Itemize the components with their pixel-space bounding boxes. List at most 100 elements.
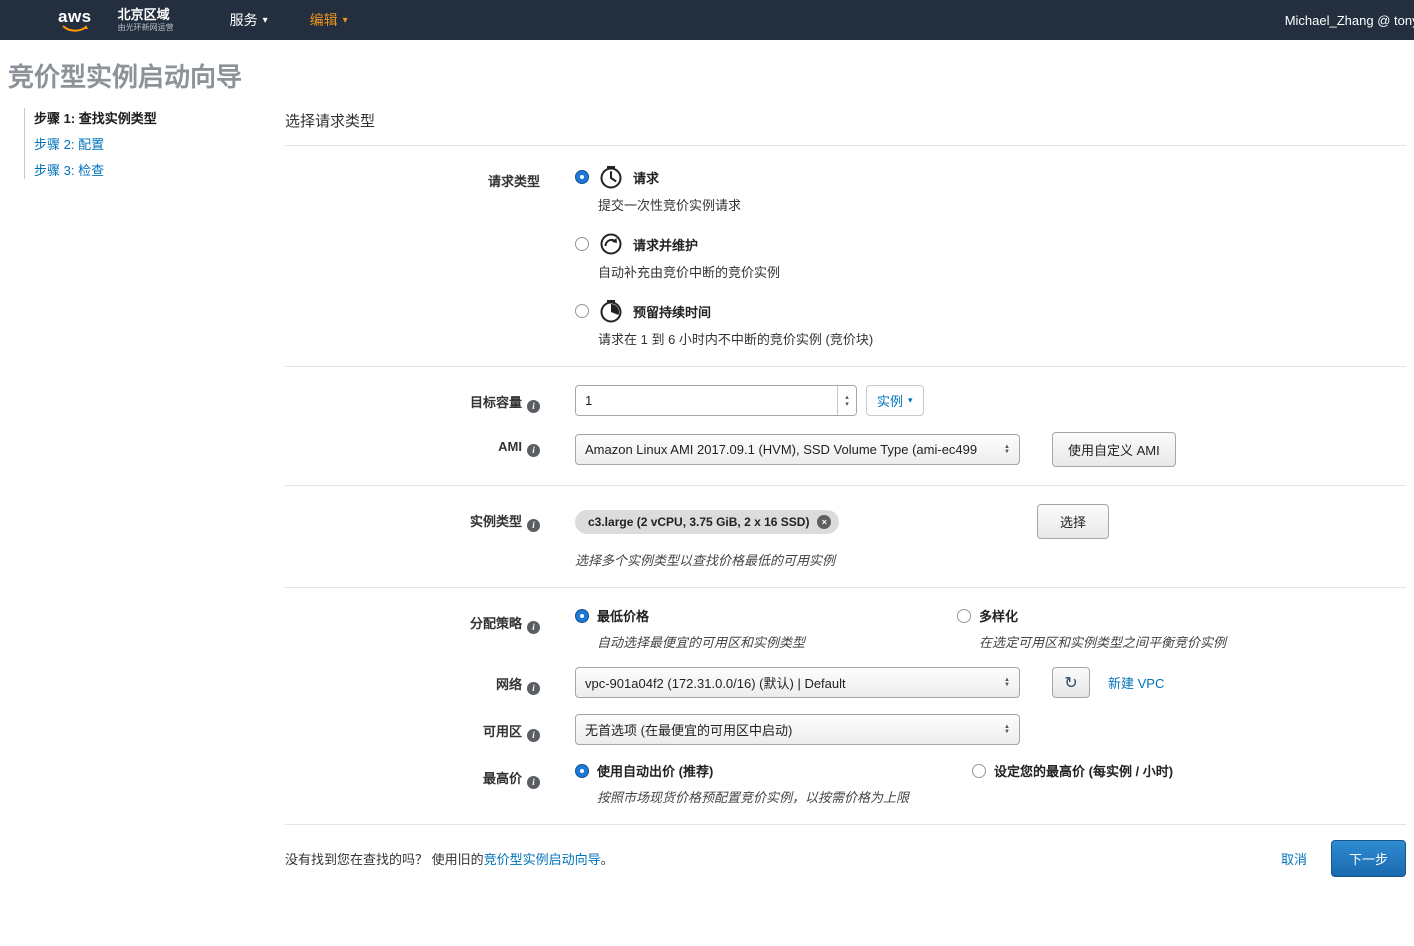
old-wizard-note-prefix: 没有找到您在查找的吗？ 使用旧的: [285, 852, 484, 867]
chevron-down-icon: ▾: [908, 395, 913, 405]
ami-select[interactable]: Amazon Linux AMI 2017.09.1 (HVM), SSD Vo…: [575, 434, 1020, 465]
max-price-option-custom: 设定您的最高价 (每实例 / 小时): [972, 761, 1173, 806]
diversified-title: 多样化: [979, 609, 1019, 624]
automated-bidding-title: 使用自动出价 (推荐): [597, 764, 714, 779]
request-type-radio-maintain[interactable]: [575, 237, 589, 251]
services-menu-label: 服务: [229, 12, 258, 28]
old-wizard-link[interactable]: 竞价型实例启动向导: [484, 852, 601, 867]
max-price-label: 最高价: [482, 771, 522, 786]
network-selected-value: vpc-901a04f2 (172.31.0.0/16) (默认) | Defa…: [585, 676, 846, 691]
allocation-option-lowest-price: 最低价格 自动选择最便宜的可用区和实例类型: [575, 606, 957, 651]
info-icon[interactable]: i: [527, 519, 540, 532]
old-wizard-note-suffix: 。: [600, 852, 614, 867]
target-capacity-label: 目标容量: [469, 395, 522, 410]
request-type-title: 预留持续时间: [633, 304, 712, 320]
chevron-down-icon: ▾: [262, 14, 268, 26]
next-step-button[interactable]: 下一步: [1330, 840, 1406, 877]
availability-zone-label: 可用区: [482, 724, 522, 739]
network-select[interactable]: vpc-901a04f2 (172.31.0.0/16) (默认) | Defa…: [575, 667, 1020, 698]
capacity-unit-label: 实例: [877, 394, 904, 409]
az-selected-value: 无首选项 (在最便宜的可用区中启动): [585, 723, 793, 738]
target-capacity-input-wrap: ▴ ▾: [575, 385, 857, 416]
create-vpc-link[interactable]: 新建 VPC: [1108, 673, 1164, 692]
region-name: 北京区域: [117, 6, 170, 22]
automated-bidding-desc: 按照市场现货价格预配置竞价实例，以按需价格为上限: [597, 790, 910, 805]
chevron-down-icon: ▾: [342, 14, 348, 26]
page-title: 竞价型实例启动向导: [8, 62, 243, 92]
request-type-option-duration: 预留持续时间 请求在 1 到 6 小时内不中断的竞价实例 (竞价块): [575, 298, 1406, 348]
instance-type-tag-label: c3.large (2 vCPU, 3.75 GiB, 2 x 16 SSD): [588, 514, 810, 529]
request-type-radio-duration[interactable]: [575, 304, 589, 318]
step-3-review[interactable]: 步骤 3: 检查: [34, 160, 285, 179]
diversified-radio[interactable]: [957, 608, 971, 623]
stepper-up-icon[interactable]: ▴: [845, 394, 849, 401]
custom-max-price-radio[interactable]: [972, 763, 986, 778]
edit-menu[interactable]: 编辑 ▾: [310, 10, 348, 30]
cancel-button[interactable]: 取消: [1281, 849, 1307, 868]
select-instance-type-button[interactable]: 选择: [1036, 504, 1109, 539]
instance-type-hint: 选择多个实例类型以查找价格最低的可用实例: [575, 553, 836, 568]
ami-selected-value: Amazon Linux AMI 2017.09.1 (HVM), SSD Vo…: [585, 442, 978, 457]
request-type-option-maintain: 请求并维护 自动补充由竞价中断的竞价实例: [575, 231, 1406, 281]
select-down-icon: ▼: [1004, 448, 1010, 455]
edit-menu-label: 编辑: [309, 12, 338, 28]
instance-type-tag: c3.large (2 vCPU, 3.75 GiB, 2 x 16 SSD) …: [575, 509, 840, 534]
info-icon[interactable]: i: [527, 776, 540, 789]
refresh-icon: ↻: [1064, 674, 1078, 692]
one-time-clock-icon: [600, 166, 622, 189]
select-arrows-icon: ▲ ▼: [1004, 444, 1010, 455]
request-type-desc: 自动补充由竞价中断的竞价实例: [598, 265, 781, 280]
request-type-label: 请求类型: [487, 174, 540, 189]
region-operator: 由光环新网运营: [117, 22, 174, 32]
select-down-icon: ▼: [1004, 681, 1010, 688]
request-type-radio-request[interactable]: [575, 170, 589, 184]
select-arrows-icon: ▲ ▼: [1004, 677, 1010, 688]
info-icon[interactable]: i: [527, 621, 540, 634]
capacity-stepper[interactable]: ▴ ▾: [837, 386, 856, 415]
capacity-unit-dropdown[interactable]: 实例 ▾: [866, 385, 924, 416]
network-label: 网络: [495, 677, 522, 692]
lowest-price-title: 最低价格: [597, 609, 650, 624]
availability-zone-select[interactable]: 无首选项 (在最便宜的可用区中启动) ▲ ▼: [575, 714, 1020, 745]
step-2-configure[interactable]: 步骤 2: 配置: [34, 134, 285, 153]
step-1-find-instance-type: 步骤 1: 查找实例类型: [34, 111, 157, 126]
aws-smile-icon: [62, 24, 88, 32]
services-menu[interactable]: 服务 ▾: [230, 10, 268, 30]
refresh-vpc-button[interactable]: ↻: [1052, 667, 1090, 698]
request-type-desc: 请求在 1 到 6 小时内不中断的竞价实例 (竞价块): [598, 332, 874, 347]
remove-instance-type-icon[interactable]: ×: [817, 514, 832, 529]
instance-type-label: 实例类型: [469, 514, 522, 529]
info-icon[interactable]: i: [527, 444, 540, 457]
maintain-clock-icon: [600, 233, 622, 255]
ami-label: AMI: [498, 439, 522, 454]
stepper-down-icon[interactable]: ▾: [845, 401, 849, 408]
diversified-desc: 在选定可用区和实例类型之间平衡竞价实例: [979, 635, 1227, 650]
use-custom-ami-button[interactable]: 使用自定义 AMI: [1052, 432, 1176, 467]
wizard-steps-sidebar: 步骤 1: 查找实例类型 步骤 2: 配置 步骤 3: 检查: [0, 102, 285, 186]
info-icon[interactable]: i: [527, 400, 540, 413]
allocation-strategy-label: 分配策略: [469, 616, 522, 631]
info-icon[interactable]: i: [527, 682, 540, 695]
section-title: 选择请求类型: [285, 113, 376, 130]
lowest-price-radio[interactable]: [575, 608, 589, 623]
request-type-desc: 提交一次性竞价实例请求: [598, 198, 742, 213]
aws-logo[interactable]: aws: [58, 8, 92, 33]
aws-logo-text: aws: [58, 6, 92, 26]
automated-bidding-radio[interactable]: [575, 763, 589, 778]
select-down-icon: ▼: [1004, 728, 1010, 735]
max-price-option-automated: 使用自动出价 (推荐) 按照市场现货价格预配置竞价实例，以按需价格为上限: [575, 761, 972, 806]
account-menu[interactable]: Michael_Zhang @ tonyxi: [1285, 13, 1414, 28]
target-capacity-input[interactable]: [576, 386, 837, 415]
request-type-title: 请求: [633, 170, 660, 186]
allocation-option-diversified: 多样化 在选定可用区和实例类型之间平衡竞价实例: [957, 606, 1226, 651]
region-selector[interactable]: 北京区域 由光环新网运营: [117, 6, 174, 32]
top-navbar: aws 北京区域 由光环新网运营 服务 ▾ 编辑 ▾ Michael_Zhang…: [0, 0, 1414, 40]
lowest-price-desc: 自动选择最便宜的可用区和实例类型: [597, 635, 806, 650]
request-type-title: 请求并维护: [633, 237, 699, 253]
select-arrows-icon: ▲ ▼: [1004, 724, 1010, 735]
old-wizard-note: 没有找到您在查找的吗？ 使用旧的竞价型实例启动向导。: [285, 849, 614, 868]
duration-clock-icon: [600, 300, 622, 323]
custom-max-price-title: 设定您的最高价 (每实例 / 小时): [994, 764, 1174, 779]
info-icon[interactable]: i: [527, 729, 540, 742]
request-type-option-request: 请求 提交一次性竞价实例请求: [575, 164, 1406, 214]
